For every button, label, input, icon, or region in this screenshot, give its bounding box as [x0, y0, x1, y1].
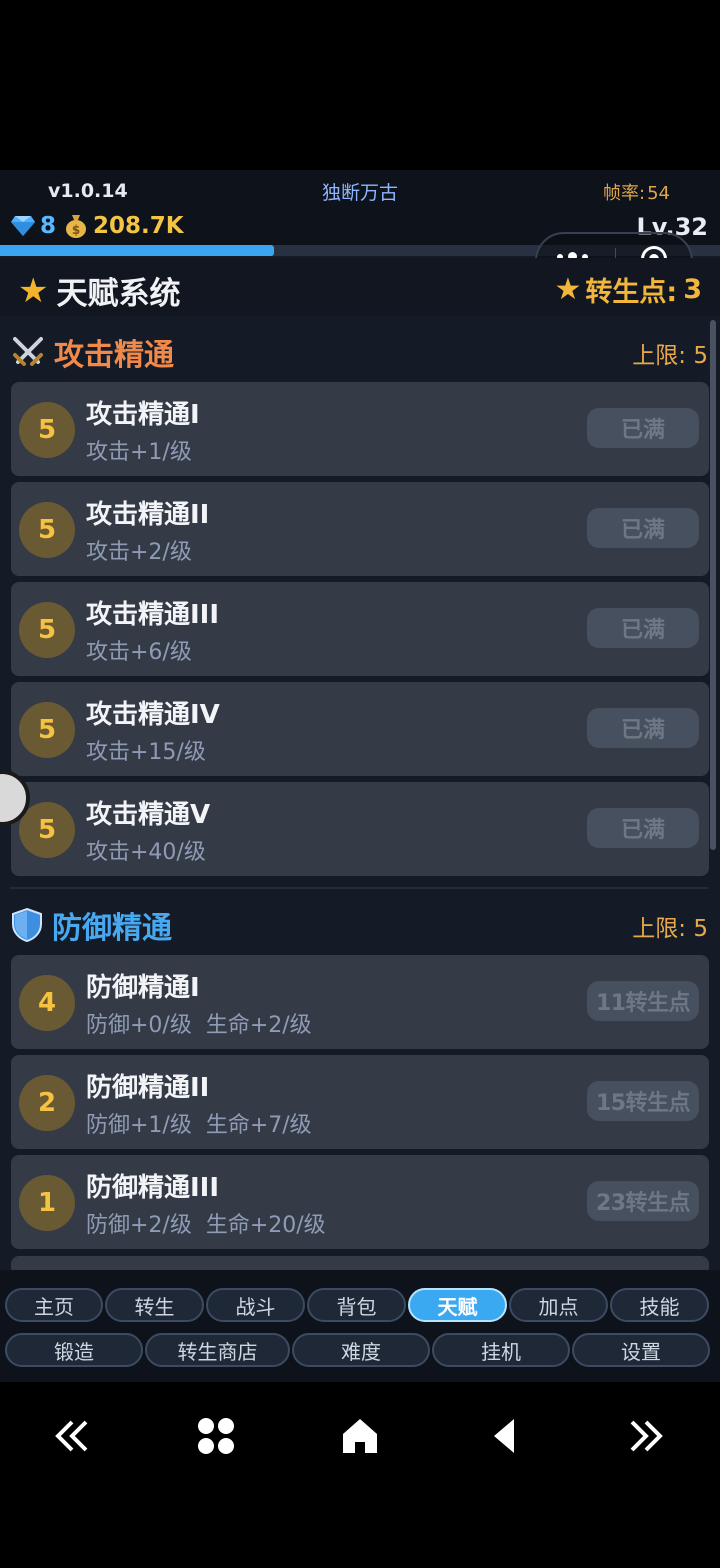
fps-value: 54 — [647, 183, 670, 204]
talent-maxed-button[interactable]: 已满 — [587, 608, 699, 648]
nav-tab-secondary-4[interactable]: 设置 — [572, 1333, 710, 1367]
section-header-defense: 防御精通 上限: 5 — [10, 899, 710, 949]
talent-maxed-button[interactable]: 已满 — [587, 808, 699, 848]
bottom-navigation: 主页 转生 战斗 背包 天赋 加点 技能 锻造 转生商店 难度 挂机 设置 — [0, 1270, 720, 1382]
back-triangle-icon[interactable] — [474, 1406, 534, 1466]
gem-counter: 8 — [10, 213, 56, 239]
double-chevron-left-icon[interactable] — [42, 1406, 102, 1466]
talent-row: 1 防御精通III 防御+2/级 生命+20/级 23转生点 — [11, 1155, 709, 1249]
talent-desc: 攻击+2/级 — [86, 540, 192, 565]
talent-row: 5 攻击精通II 攻击+2/级 已满 — [11, 482, 709, 576]
talent-level-badge: 5 — [19, 802, 75, 858]
rebirth-points: ★ 转生点: 3 — [554, 270, 702, 309]
talent-system-title: ★ 天赋系统 — [18, 268, 180, 313]
rebirth-points-value: 3 — [683, 274, 702, 305]
talent-upgrade-button[interactable]: 23转生点 — [587, 1181, 699, 1221]
talent-row: 2 防御精通II 防御+1/级 生命+7/级 15转生点 — [11, 1055, 709, 1149]
section-limit: 上限: 5 — [632, 916, 708, 942]
talent-row: 4 防御精通I 防御+0/级 生命+2/级 11转生点 — [11, 955, 709, 1049]
star-icon: ★ — [554, 272, 582, 307]
talent-desc: 防御+0/级 生命+2/级 — [86, 1013, 312, 1038]
section-title-text: 防御精通 — [52, 911, 172, 946]
talent-maxed-button[interactable]: 已满 — [587, 408, 699, 448]
nav-tab-secondary-1[interactable]: 转生商店 — [145, 1333, 290, 1367]
talent-maxed-button[interactable]: 已满 — [587, 508, 699, 548]
talent-name: 攻击精通I — [86, 400, 200, 430]
resources: 8 $ 208.7K — [10, 213, 184, 239]
nav-row-primary: 主页 转生 战斗 背包 天赋 加点 技能 — [5, 1288, 709, 1322]
talent-level-badge: 5 — [19, 402, 75, 458]
diamond-icon — [11, 216, 35, 236]
talent-row-partial — [11, 1256, 709, 1270]
talent-name: 攻击精通IV — [86, 700, 220, 730]
money-bag-icon: $ — [66, 215, 87, 238]
nav-tab-4[interactable]: 天赋 — [408, 1288, 507, 1322]
nav-tab-5[interactable]: 加点 — [509, 1288, 608, 1322]
nav-tab-6[interactable]: 技能 — [610, 1288, 709, 1322]
talent-upgrade-button[interactable]: 11转生点 — [587, 981, 699, 1021]
nav-tab-2[interactable]: 战斗 — [206, 1288, 305, 1322]
section-divider — [10, 887, 708, 889]
nav-tab-secondary-3[interactable]: 挂机 — [432, 1333, 570, 1367]
talent-system-header: ★ 天赋系统 ★ 转生点: 3 — [0, 258, 720, 316]
talent-name: 防御精通I — [86, 973, 200, 1003]
scrollbar[interactable] — [710, 320, 716, 850]
talent-desc: 攻击+15/级 — [86, 740, 206, 765]
home-icon[interactable] — [330, 1406, 390, 1466]
gold-counter: $ 208.7K — [64, 213, 184, 239]
section-title-text: 攻击精通 — [54, 338, 174, 373]
talent-level-badge: 2 — [19, 1075, 75, 1131]
talent-desc: 防御+2/级 生命+20/级 — [86, 1213, 326, 1238]
apps-grid-icon[interactable] — [186, 1406, 246, 1466]
star-icon: ★ — [18, 270, 49, 311]
game-screen: v1.0.14 独断万古 帧率: 54 8 $ 208.7K Lv.32 ★ 天… — [0, 170, 720, 1382]
nav-row-secondary: 锻造 转生商店 难度 挂机 设置 — [5, 1333, 710, 1367]
talent-row: 5 攻击精通IV 攻击+15/级 已满 — [11, 682, 709, 776]
svg-text:$: $ — [72, 223, 80, 237]
exp-progress-fill — [0, 245, 274, 256]
nav-tab-0[interactable]: 主页 — [5, 1288, 103, 1322]
double-chevron-right-icon[interactable] — [616, 1406, 676, 1466]
fps-label: 帧率: — [603, 183, 646, 204]
gold-amount: 208.7K — [93, 213, 184, 239]
nav-tab-secondary-2[interactable]: 难度 — [292, 1333, 430, 1367]
nav-tab-1[interactable]: 转生 — [105, 1288, 204, 1322]
shield-icon — [12, 907, 42, 943]
talent-level-badge: 1 — [19, 1175, 75, 1231]
talent-row: 5 攻击精通III 攻击+6/级 已满 — [11, 582, 709, 676]
rebirth-points-label: 转生点: — [585, 277, 678, 308]
talent-name: 攻击精通V — [86, 800, 211, 830]
talent-system-title-text: 天赋系统 — [56, 276, 181, 312]
talent-level-badge: 4 — [19, 975, 75, 1031]
talent-desc: 攻击+1/级 — [86, 440, 192, 465]
section-header-attack: 攻击精通 上限: 5 — [10, 326, 710, 376]
talent-row: 5 攻击精通V 攻击+40/级 已满 — [11, 782, 709, 876]
talent-desc: 攻击+40/级 — [86, 840, 206, 865]
nav-tab-3[interactable]: 背包 — [307, 1288, 406, 1322]
talent-name: 防御精通III — [86, 1173, 220, 1203]
talent-upgrade-button[interactable]: 15转生点 — [587, 1081, 699, 1121]
section-title-attack: 攻击精通 — [10, 330, 174, 374]
talent-list[interactable]: 攻击精通 上限: 5 5 攻击精通I 攻击+1/级 已满 5 攻击精通II 攻击… — [0, 316, 720, 1270]
talent-level-badge: 5 — [19, 502, 75, 558]
talent-name: 攻击精通III — [86, 600, 220, 630]
section-limit: 上限: 5 — [632, 343, 708, 369]
talent-name: 攻击精通II — [86, 500, 210, 530]
talent-maxed-button[interactable]: 已满 — [587, 708, 699, 748]
talent-desc: 防御+1/级 生命+7/级 — [86, 1113, 312, 1138]
talent-desc: 攻击+6/级 — [86, 640, 192, 665]
talent-level-badge: 5 — [19, 702, 75, 758]
talent-name: 防御精通II — [86, 1073, 210, 1103]
system-navigation-bar — [0, 1382, 720, 1568]
crossed-swords-icon — [13, 337, 43, 366]
fps-counter: 帧率: 54 — [601, 179, 670, 205]
section-title-defense: 防御精通 — [10, 903, 172, 947]
nav-tab-secondary-0[interactable]: 锻造 — [5, 1333, 143, 1367]
talent-level-badge: 5 — [19, 602, 75, 658]
gem-count: 8 — [40, 213, 57, 239]
talent-row: 5 攻击精通I 攻击+1/级 已满 — [11, 382, 709, 476]
